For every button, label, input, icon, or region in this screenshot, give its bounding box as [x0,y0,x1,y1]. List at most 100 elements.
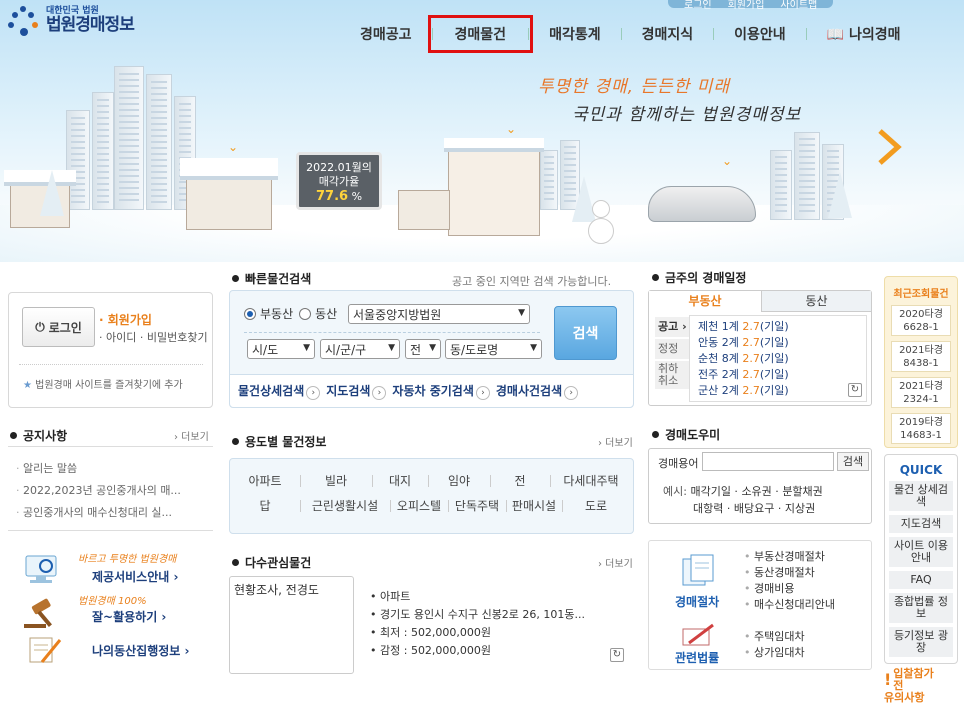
refresh-icon[interactable]: ↻ [610,648,624,662]
term-example[interactable]: 분할채권 [782,485,822,498]
vehicle-search-link[interactable]: 자동차 중기검색 › [392,382,490,400]
vehicle-search-label: 자동차 중기검색 [392,384,474,398]
use-apartment[interactable]: 아파트 [230,472,300,489]
quick-detail-search[interactable]: 물건 상세검색 [889,481,953,511]
use-paddy[interactable]: 답 [230,497,300,514]
login-link[interactable]: 로그인 [676,0,720,11]
detail-search-link[interactable]: 물건상세검색 › [238,382,321,400]
nav-my-auction-label: 나의경매 [848,27,901,43]
quick-faq[interactable]: FAQ [889,571,953,589]
schedule-correction-link[interactable]: 정정 [655,339,691,359]
nav-auction-notice[interactable]: 경매공고 [340,24,432,44]
procedure-link[interactable]: 동산경매절차 [744,565,835,581]
nav-my-auction[interactable]: 📖 나의경매 [807,24,921,44]
schedule-notice-link[interactable]: 공고 › [655,317,691,337]
caution-line2: 유의사항 [884,691,925,704]
term-search-input[interactable] [702,452,834,471]
interest-item-info[interactable]: 아파트 경기도 용인시 수지구 신봉2로 26, 101동... 최저 : 50… [370,588,585,660]
quick-site-guide[interactable]: 사이트 이용안내 [889,537,953,567]
jeon-select[interactable]: 전 ▼ [405,339,441,359]
refresh-icon[interactable]: ↻ [848,383,862,397]
use-forest[interactable]: 임야 [428,472,490,489]
schedule-row[interactable]: 안동 2계 2.7(기일) [698,335,858,351]
movables-radio[interactable] [299,307,312,320]
recent-item[interactable]: 2019타경 14683-1 [891,413,951,444]
use-villa[interactable]: 빌라 [300,472,372,489]
service-guide-link[interactable]: 바르고 투명한 법원경매 제공서비스안내 › [8,550,213,590]
dong-road-select[interactable]: 동/도로명 ▼ [445,339,542,359]
notice-item[interactable]: 2022,2023년 공인중개사의 매... [16,480,181,502]
procedure-link[interactable]: 부동산경매절차 [744,549,835,565]
site-logo[interactable]: 대한민국 법원 법원경매정보 [6,4,135,38]
join-link[interactable]: · 회원가입 [99,311,152,328]
use-road[interactable]: 도로 [562,497,630,514]
term-example[interactable]: 배당요구 [734,502,774,515]
usage-tips-link[interactable]: 법원경매 100% 잘~활용하기 › [8,592,213,632]
use-sales-facility[interactable]: 판매시설 [506,497,562,514]
sitemap-link[interactable]: 사이트맵 [772,0,825,11]
nav-auction-items[interactable]: 경매물건 [427,15,534,53]
procedure-caption[interactable]: 경매절차 [675,593,719,610]
join-link[interactable]: 회원가입 [720,0,773,11]
term-example[interactable]: 소유권 [741,485,771,498]
procedure-list: 부동산경매절차 동산경매절차 경매비용 매수신청대리안내 [744,549,835,613]
find-id-password-link[interactable]: · 아이디 · 비밀번호찾기 [99,329,208,345]
recent-item[interactable]: 2021타경 2324-1 [891,377,951,408]
term-example[interactable]: 매각기일 [690,485,730,498]
schedule-row[interactable]: 군산 2계 2.7(기일) [698,383,858,399]
interest-photo-box[interactable]: 현황조사, 전경도 [229,576,354,674]
schedule-cancel-link[interactable]: 취하 취소 [655,361,691,389]
case-search-link[interactable]: 경매사건검색 › [496,382,579,400]
schedule-row[interactable]: 순천 8계 2.7(기일) [698,351,858,367]
quick-law-info[interactable]: 종합법률 정보 [889,593,953,623]
quick-search-panel: 부동산 동산 서울중앙지방법원 ▼ 시/도 ▼ 시/군/구 ▼ 전 ▼ 동/도로명 ▼ 검… [229,290,634,408]
quick-registry-plaza[interactable]: 등기정보 광장 [889,627,953,657]
law-link[interactable]: 주택임대차 [744,629,805,645]
law-link[interactable]: 상가임대차 [744,645,805,661]
map-search-link[interactable]: 지도검색 › [326,382,387,400]
notice-item[interactable]: 공인중개사의 매수신청대리 실... [16,502,181,524]
login-button[interactable]: ⏻ 로그인 [22,307,95,347]
quick-search-button[interactable]: 검색 [554,306,617,360]
use-neighborhood-facility[interactable]: 근린생활시설 [300,497,390,514]
term-search-button[interactable]: 검색 [837,452,869,471]
sigungu-select[interactable]: 시/군/구 ▼ [320,339,400,359]
recent-item[interactable]: 2021타경 8438-1 [891,341,951,372]
procedure-link[interactable]: 경매비용 [744,581,835,597]
add-favorite-link[interactable]: ★ 법원경매 사이트를 즐겨찾기에 추가 [23,376,183,391]
tab-movables[interactable]: 동산 [761,291,871,312]
law-caption[interactable]: 관련법률 [675,649,719,666]
recent-item[interactable]: 2020타경 6628-1 [891,305,951,336]
quick-map-search[interactable]: 지도검색 [889,515,953,533]
uses-more-link[interactable]: › 더보기 [598,434,633,449]
nav-usage-guide[interactable]: 이용안내 [714,24,806,44]
nav-auction-knowledge[interactable]: 경매지식 [622,24,714,44]
nav-sale-statistics[interactable]: 매각통계 [529,24,621,44]
real-estate-radio[interactable] [244,307,256,320]
court-select[interactable]: 서울중앙지방법원 ▼ [348,304,530,324]
notice-item[interactable]: 알리는 말씀 [16,458,181,480]
next-slide-arrow-icon[interactable] [876,128,902,166]
use-officetel[interactable]: 오피스텔 [390,497,448,514]
bidding-caution-link[interactable]: ! 입찰참가전 유의사항 [884,668,935,704]
term-example[interactable]: 대항력 [693,502,723,515]
use-land[interactable]: 대지 [372,472,428,489]
star-icon: ★ [23,380,32,391]
my-movables-link[interactable]: 나의동산집행정보 › [8,634,213,668]
tab-real-estate[interactable]: 부동산 [649,291,761,312]
helper-title-label: 경매도우미 [665,428,721,442]
use-field[interactable]: 전 [490,472,550,489]
schedule-row[interactable]: 제천 1계 2.7(기일) [698,319,858,335]
main-navigation: 경매공고 경매물건 매각통계 경매지식 이용안내 📖 나의경매 [340,15,921,53]
term-example[interactable]: 지상권 [785,502,815,515]
use-multiplex[interactable]: 다세대주택 [550,472,632,489]
schedule-row[interactable]: 전주 2계 2.7(기일) [698,367,858,383]
apartment-building [92,92,114,210]
notice-more-link[interactable]: › 더보기 [174,428,209,443]
use-detached-house[interactable]: 단독주택 [448,497,506,514]
interest-more-link[interactable]: › 더보기 [598,555,633,570]
procedure-link[interactable]: 매수신청대리안내 [744,597,835,613]
document-pen-icon [29,637,62,663]
procedure-panel: 경매절차 부동산경매절차 동산경매절차 경매비용 매수신청대리안내 관련법률 주… [648,540,872,670]
sido-select[interactable]: 시/도 ▼ [247,339,315,359]
